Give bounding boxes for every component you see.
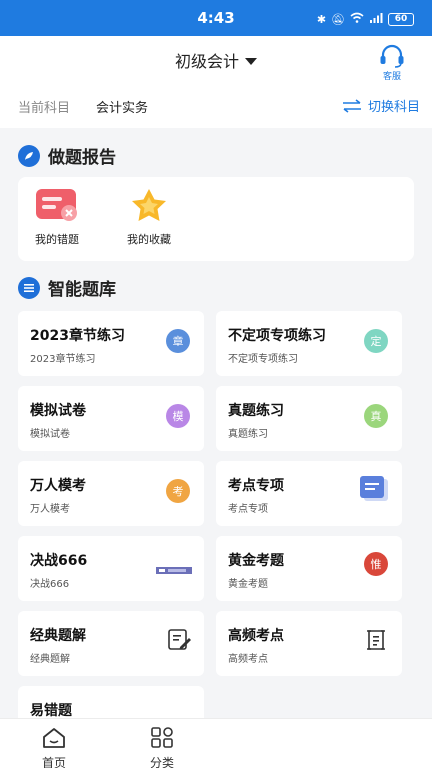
switch-subject-button[interactable]: 切换科目 <box>342 96 420 115</box>
exam-badge-icon: 考 <box>166 479 190 503</box>
feather-icon <box>18 144 40 167</box>
subject-dropdown[interactable]: 初级会计 <box>0 48 432 72</box>
nav-category[interactable]: 分类 <box>132 727 192 768</box>
card-golden-questions[interactable]: 黄金考题 黄金考题 惟 <box>216 536 402 601</box>
card-indefinite-practice[interactable]: 不定项专项练习 不定项专项练习 定 <box>216 311 402 376</box>
header: 初级会计 客服 当前科目 会计实务 切换科目 <box>0 36 432 128</box>
card-high-frequency[interactable]: 高频考点 高频考点 <box>216 611 402 676</box>
card-mass-mock[interactable]: 万人模考 万人模考 考 <box>18 461 204 526</box>
wrong-questions-icon <box>36 189 77 221</box>
wrong-questions-label: 我的错题 <box>35 233 79 246</box>
star-icon <box>132 189 166 221</box>
wrong-questions-button[interactable]: 我的错题 <box>22 187 92 247</box>
card-subtitle: 经典题解 <box>30 654 70 665</box>
nav-category-label: 分类 <box>149 756 174 768</box>
service-label: 客服 <box>382 72 401 82</box>
switch-subject-label: 切换科目 <box>367 100 420 115</box>
mute-icon: 🔕︎ <box>331 12 345 26</box>
card-title: 高频考点 <box>228 628 284 644</box>
report-section-title: 做题报告 <box>18 143 116 168</box>
past-papers-badge-icon: 真 <box>364 404 388 428</box>
bank-section-title: 智能题库 <box>18 275 116 300</box>
bluetooth-icon: ✱ <box>316 12 327 26</box>
card-final-battle[interactable]: 决战666 决战666 <box>18 536 204 601</box>
card-title: 2023章节练习 <box>30 328 125 344</box>
edit-icon <box>166 627 192 657</box>
status-icons: ✱ 🔕︎ 60 <box>317 12 414 26</box>
favorites-button[interactable]: 我的收藏 <box>114 187 184 247</box>
card-classic-solutions[interactable]: 经典题解 经典题解 <box>18 611 204 676</box>
current-subject-row: 当前科目 会计实务 切换科目 <box>18 96 420 118</box>
customer-service-button[interactable]: 客服 <box>374 44 410 82</box>
banner-icon <box>156 560 192 579</box>
card-past-papers[interactable]: 真题练习 真题练习 真 <box>216 386 402 451</box>
card-subtitle: 模拟试卷 <box>30 429 70 440</box>
card-error-prone[interactable]: 易错题 <box>18 686 204 718</box>
home-icon <box>43 728 65 748</box>
battery-icon: 60 <box>388 12 414 26</box>
bottom-nav: 首页 分类 <box>0 718 432 768</box>
wifi-icon <box>350 12 364 26</box>
card-key-points[interactable]: 考点专项 考点专项 <box>216 461 402 526</box>
category-icon <box>151 727 173 748</box>
document-icon <box>358 475 390 507</box>
card-title: 真题练习 <box>228 403 284 419</box>
card-title: 不定项专项练习 <box>228 328 326 344</box>
indefinite-badge-icon: 定 <box>364 329 388 353</box>
subject-name: 初级会计 <box>174 52 239 71</box>
signal-icon <box>369 12 383 26</box>
card-title: 考点专项 <box>228 478 284 494</box>
card-title: 模拟试卷 <box>30 403 86 419</box>
nav-home[interactable]: 首页 <box>24 727 84 768</box>
chapter-badge-icon: 章 <box>166 329 190 353</box>
mock-badge-icon: 模 <box>166 404 190 428</box>
card-subtitle: 万人模考 <box>30 504 70 515</box>
card-subtitle: 不定项专项练习 <box>228 354 298 365</box>
swap-icon <box>342 98 361 113</box>
nav-home-label: 首页 <box>41 756 66 768</box>
card-title: 万人模考 <box>30 478 86 494</box>
card-subtitle: 高频考点 <box>228 654 268 665</box>
card-title: 易错题 <box>30 703 72 718</box>
card-subtitle: 黄金考题 <box>228 579 268 590</box>
card-subtitle: 真题练习 <box>228 429 268 440</box>
card-subtitle: 决战666 <box>30 579 70 590</box>
current-subject-value: 会计实务 <box>96 101 149 116</box>
report-card: 我的错题 我的收藏 <box>18 177 414 261</box>
card-title: 黄金考题 <box>228 553 284 569</box>
bank-title: 智能题库 <box>48 280 116 300</box>
card-chapter-practice[interactable]: 2023章节练习 2023章节练习 章 <box>18 311 204 376</box>
card-title: 决战666 <box>30 553 88 569</box>
headset-icon <box>380 44 404 68</box>
status-bar: 4:43 ✱ 🔕︎ 60 <box>0 0 432 36</box>
scroll-icon <box>364 627 390 657</box>
current-subject-label: 当前科目 <box>18 101 71 116</box>
card-title: 经典题解 <box>30 628 86 644</box>
caret-down-icon <box>245 58 257 65</box>
list-icon <box>18 276 40 299</box>
card-mock-exam[interactable]: 模拟试卷 模拟试卷 模 <box>18 386 204 451</box>
favorites-label: 我的收藏 <box>127 233 171 246</box>
golden-badge-icon: 惟 <box>364 552 388 576</box>
card-subtitle: 2023章节练习 <box>30 354 96 365</box>
report-title: 做题报告 <box>48 148 116 168</box>
card-subtitle: 考点专项 <box>228 504 268 515</box>
